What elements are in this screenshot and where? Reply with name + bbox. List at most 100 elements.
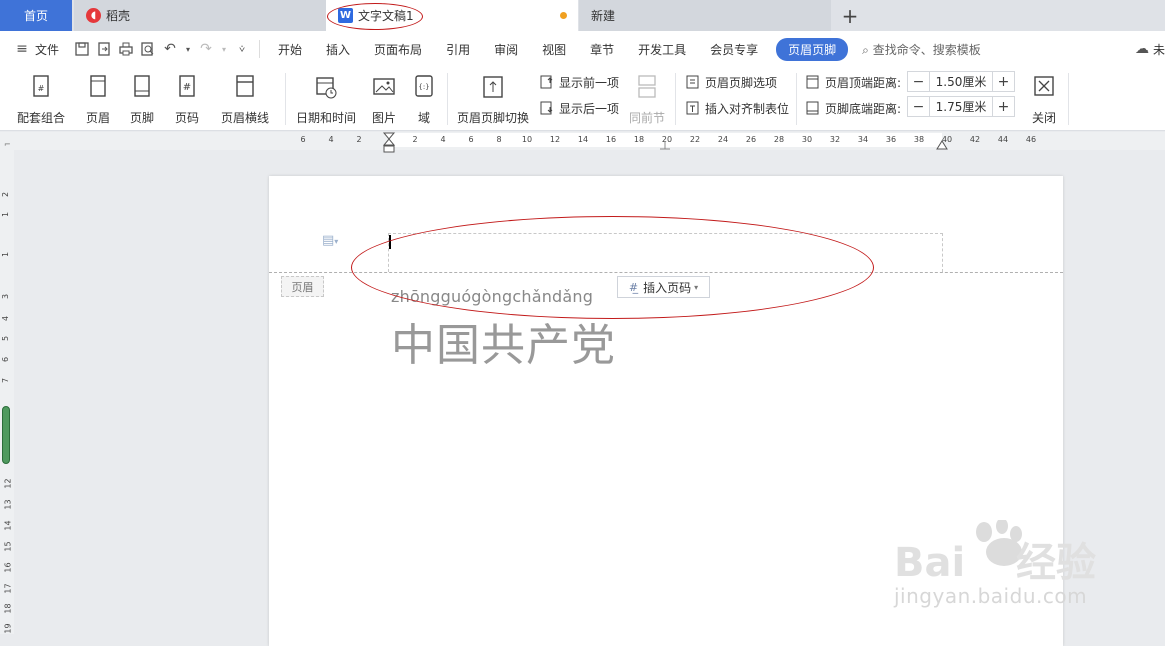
page-number-label: 页码	[174, 111, 199, 125]
insert-page-number-label: 插入页码	[643, 280, 692, 295]
menu-view[interactable]: 视图	[530, 41, 578, 58]
vertical-ruler-tick-label: 16	[3, 562, 13, 573]
footer-label: 页脚	[129, 111, 154, 125]
header-button[interactable]: 页眉	[80, 72, 116, 126]
ruler-tick-label: 8	[496, 135, 502, 144]
ribbon-separator	[1068, 73, 1069, 125]
ruler-tick-label: 34	[857, 135, 869, 144]
right-indent-marker-icon[interactable]	[936, 138, 948, 150]
ruler-tick-label: 2	[412, 135, 418, 144]
ruler-tick-label: 26	[745, 135, 757, 144]
switch-icon	[483, 76, 503, 98]
picture-button[interactable]: 图片	[366, 72, 402, 126]
footer-button[interactable]: 页脚	[124, 72, 160, 126]
ruler-tick-label: 30	[801, 135, 813, 144]
header-line-button[interactable]: 页眉横线	[214, 72, 276, 126]
ribbon-separator	[447, 73, 448, 125]
decrease-icon[interactable]: −	[908, 72, 929, 91]
pinyin-text[interactable]: zhōngguógòngchǎndǎng	[391, 287, 593, 306]
menu-section[interactable]: 章节	[578, 41, 626, 58]
page-number-button[interactable]: # 页码	[168, 72, 206, 126]
footer-bottom-distance-value[interactable]: 1.75厘米	[929, 97, 993, 116]
menu-review[interactable]: 审阅	[482, 41, 530, 58]
tab-home[interactable]: 首页	[0, 0, 72, 31]
hamburger-icon[interactable]: ≡	[14, 41, 30, 57]
vertical-ruler-tick-label: 2	[1, 191, 11, 198]
print-icon[interactable]	[118, 41, 134, 57]
ruler-corner-icon[interactable]: ⌐	[4, 140, 11, 149]
dropdown-icon[interactable]: ▾	[184, 41, 192, 57]
text-cursor	[389, 235, 391, 249]
tab-stop-marker-icon[interactable]	[658, 141, 672, 151]
combo-button[interactable]: # 配套组合	[12, 72, 70, 126]
tab-new[interactable]: 新建	[579, 0, 831, 31]
bottom-distance-icon	[806, 101, 819, 115]
daoke-icon: ◖	[86, 8, 101, 23]
tab-daoke[interactable]: ◖ 稻壳	[74, 0, 326, 31]
ruler-tick-label: 38	[913, 135, 925, 144]
ribbon-separator	[285, 73, 286, 125]
cloud-label[interactable]: 未	[1153, 41, 1165, 58]
switch-header-footer-button[interactable]: 页眉页脚切换	[455, 72, 531, 126]
footer-bottom-distance-label-wrap: 页脚底端距离:	[805, 98, 901, 118]
svg-text:#: #	[183, 82, 191, 93]
increase-icon[interactable]: +	[993, 97, 1014, 116]
show-prev-label: 显示前一项	[559, 75, 620, 90]
show-next-button[interactable]: 显示后一项	[539, 98, 619, 118]
vertical-ruler[interactable]	[0, 150, 14, 634]
command-search[interactable]: ⌕ 查找命令、搜索模板	[862, 41, 981, 58]
redo-icon[interactable]: ↷	[198, 41, 214, 57]
ruler-tick-label: 4	[328, 135, 334, 144]
add-tab-button[interactable]: +	[836, 0, 864, 31]
picture-icon	[373, 78, 395, 95]
indent-marker-icon[interactable]	[382, 132, 396, 154]
menu-header-footer[interactable]: 页眉页脚	[776, 37, 849, 61]
menu-member[interactable]: 会员专享	[698, 41, 770, 58]
tab-bar: 首页 ◖ 稻壳 W 文字文稿1 新建 +	[0, 0, 1165, 31]
menu-start[interactable]: 开始	[266, 41, 314, 58]
menu-developer[interactable]: 开发工具	[626, 41, 698, 58]
menu-insert[interactable]: 插入	[314, 41, 362, 58]
decrease-icon[interactable]: −	[908, 97, 929, 116]
ruler-tick-label: 18	[633, 135, 645, 144]
header-area[interactable]	[388, 233, 943, 272]
datetime-label: 日期和时间	[295, 111, 356, 125]
insert-align-tab-button[interactable]: 插入对齐制表位	[685, 98, 789, 118]
ribbon-separator	[796, 73, 797, 125]
increase-icon[interactable]: +	[993, 72, 1014, 91]
menu-reference[interactable]: 引用	[434, 41, 482, 58]
close-header-footer-button[interactable]: 关闭	[1027, 72, 1061, 126]
show-prev-button[interactable]: 显示前一项	[539, 72, 619, 92]
vertical-ruler-tick-label: 13	[3, 499, 13, 510]
header-top-distance-spinner[interactable]: − 1.50厘米 +	[907, 71, 1015, 92]
save-icon[interactable]	[74, 41, 90, 57]
undo-icon[interactable]: ↶	[162, 41, 178, 57]
field-icon: {:}	[415, 75, 433, 97]
chinese-text[interactable]: 中国共产党	[391, 309, 616, 373]
tab-document[interactable]: W 文字文稿1	[326, 0, 578, 31]
dropdown-icon[interactable]: ▾	[220, 41, 228, 57]
footer-bottom-distance-spinner[interactable]: − 1.75厘米 +	[907, 96, 1015, 117]
header-tag: 页眉	[281, 276, 324, 297]
menu-file[interactable]: 文件	[33, 41, 71, 58]
menu-page-layout[interactable]: 页面布局	[362, 41, 434, 58]
show-next-label: 显示后一项	[559, 101, 620, 116]
chevron-down-icon: ▾	[694, 282, 699, 292]
export-icon[interactable]	[96, 41, 112, 57]
same-as-prev-button[interactable]: 同前节	[627, 72, 667, 126]
field-button[interactable]: {:} 域	[410, 72, 438, 126]
ruler-tick-label: 22	[689, 135, 701, 144]
vertical-scroll-thumb[interactable]	[2, 406, 10, 464]
hf-options-button[interactable]: 页眉页脚选项	[685, 72, 777, 92]
insert-page-number-button[interactable]: #̲ 插入页码 ▾	[617, 276, 710, 298]
print-preview-icon[interactable]	[140, 41, 156, 57]
datetime-button[interactable]: 日期和时间	[294, 72, 358, 126]
watermark-url: jingyan.baidu.com	[894, 584, 1088, 608]
vertical-ruler-tick-label: 14	[3, 520, 13, 531]
header-top-distance-value[interactable]: 1.50厘米	[929, 72, 993, 91]
cloud-icon[interactable]: ☁	[1134, 41, 1150, 57]
combo-icon: #	[33, 75, 49, 97]
header-line-icon	[236, 75, 254, 97]
header-doc-icon[interactable]: ▤▾	[322, 233, 338, 248]
customize-quickbar-icon[interactable]: ⩒	[234, 41, 250, 57]
